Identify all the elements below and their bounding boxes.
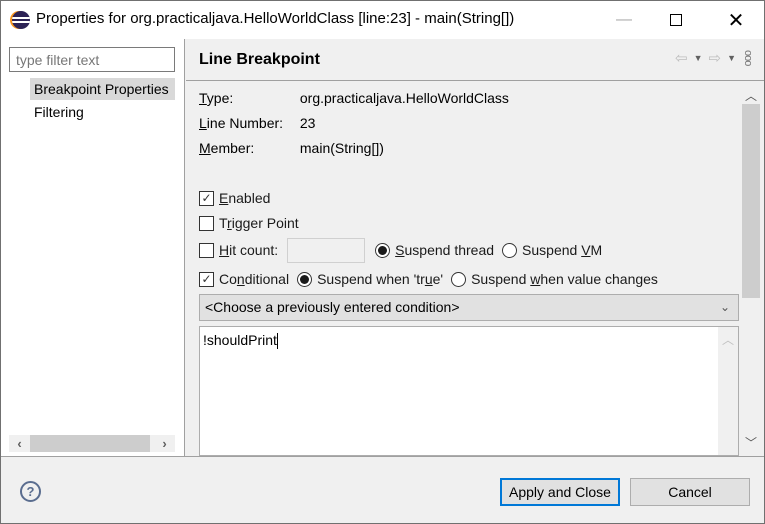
cancel-button[interactable]: Cancel [630,478,750,506]
checkbox-checked-icon[interactable]: ✓ [199,190,214,206]
tree-item-breakpoint-properties[interactable]: Breakpoint Properties [30,78,175,100]
page-vertical-scrollbar[interactable]: ︿ ﹀ [741,82,761,456]
conditional-label: Conditional [219,271,290,287]
tree-item-label: Filtering [34,104,84,120]
condition-text[interactable]: !shouldPrint [203,332,278,350]
condition-history-dropdown[interactable]: <Choose a previously entered condition> … [199,294,739,321]
suspend-thread-radio[interactable] [375,242,391,258]
condition-history-value: <Choose a previously entered condition> [205,299,460,315]
window-title: Properties for org.practicaljava.HelloWo… [36,10,515,27]
enabled-checkbox[interactable]: ✓ Enabled [199,188,270,208]
conditional-checkbox[interactable]: ✓ [199,271,214,287]
scrollbar-thumb[interactable] [30,435,150,452]
forward-menu-icon[interactable]: ▼ [727,53,736,63]
forward-arrow-icon[interactable]: ⇨ [709,49,722,67]
tree-item-filtering[interactable]: Filtering [30,101,84,123]
scroll-right-icon[interactable]: › [156,435,173,452]
trigger-point-checkbox[interactable]: Trigger Point [199,213,299,233]
line-number-row: Line Number: 23 [199,113,315,133]
chevron-down-icon: ⌄ [719,300,730,314]
properties-dialog: Properties for org.practicaljava.HelloWo… [0,0,765,524]
type-value: org.practicaljava.HelloWorldClass [299,90,509,106]
suspend-when-value-changes-radio[interactable] [451,271,467,287]
back-menu-icon[interactable]: ▼ [694,53,703,63]
suspend-thread-label: Suspend thread [395,242,495,258]
page-header: Line Breakpoint ⇦ ▼ ⇨ ▼ ooo [186,39,764,81]
scroll-down-icon[interactable]: ﹀ [741,434,761,451]
property-page: Line Breakpoint ⇦ ▼ ⇨ ▼ ooo Type: org.pr… [186,39,764,456]
enabled-label: Enabled [219,190,271,206]
member-row: Member: main(String[]) [199,138,384,158]
left-pane-horizontal-scrollbar[interactable]: ‹ › [9,435,175,452]
type-row: Type: org.practicaljava.HelloWorldClass [199,88,509,108]
back-arrow-icon[interactable]: ⇦ [675,49,688,67]
text-cursor [276,333,278,350]
checkbox-unchecked-icon[interactable] [199,215,214,231]
title-bar: Properties for org.practicaljava.HelloWo… [1,1,764,39]
type-label: Type: [199,90,234,106]
maximize-icon [670,14,682,26]
conditional-row: ✓ Conditional Suspend when 'true' Suspen… [199,269,658,289]
suspend-vm-radio[interactable] [502,242,518,258]
page-navigation: ⇦ ▼ ⇨ ▼ ooo [675,49,754,67]
hit-count-input[interactable] [287,237,366,263]
help-icon[interactable]: ? [20,481,41,502]
page-title: Line Breakpoint [199,51,320,68]
hit-count-row: Hit count: Suspend thread Suspend VM [199,237,603,263]
condition-editor-scrollbar[interactable]: ︿ [718,327,738,455]
maximize-button[interactable] [653,1,699,39]
scroll-up-icon[interactable]: ︿ [741,87,761,104]
filter-input[interactable] [9,47,175,72]
scrollbar-thumb[interactable] [742,104,760,298]
close-icon: ✕ [727,9,745,32]
suspend-when-true-radio[interactable] [297,271,313,287]
left-nav-pane: Breakpoint Properties Filtering ‹ › [1,39,185,456]
condition-editor[interactable]: !shouldPrint ︿ [199,326,739,456]
hit-count-label: Hit count: [219,242,279,258]
suspend-vm-label: Suspend VM [522,242,603,258]
button-bar: ? Apply and Close Cancel [1,456,764,523]
eclipse-app-icon [12,11,30,29]
view-menu-icon[interactable]: ooo [742,50,754,65]
tree-item-label: Breakpoint Properties [34,81,169,97]
breakpoint-settings: Type: org.practicaljava.HelloWorldClass … [186,82,741,456]
suspend-when-value-changes-label: Suspend when value changes [471,271,658,287]
apply-and-close-button[interactable]: Apply and Close [500,478,620,506]
suspend-when-true-label: Suspend when 'true' [317,271,444,287]
member-label: Member: [199,140,255,156]
scroll-up-icon[interactable]: ︿ [718,331,738,348]
trigger-point-label: Trigger Point [219,215,299,231]
member-value: main(String[]) [299,140,384,156]
scroll-left-icon[interactable]: ‹ [11,435,28,452]
close-button[interactable]: ✕ [713,1,759,39]
hit-count-checkbox[interactable] [199,242,214,258]
minimize-icon: — [616,11,632,28]
minimize-button[interactable]: — [601,1,647,39]
line-number-value: 23 [299,115,316,131]
line-number-label: Line Number: [199,115,284,131]
